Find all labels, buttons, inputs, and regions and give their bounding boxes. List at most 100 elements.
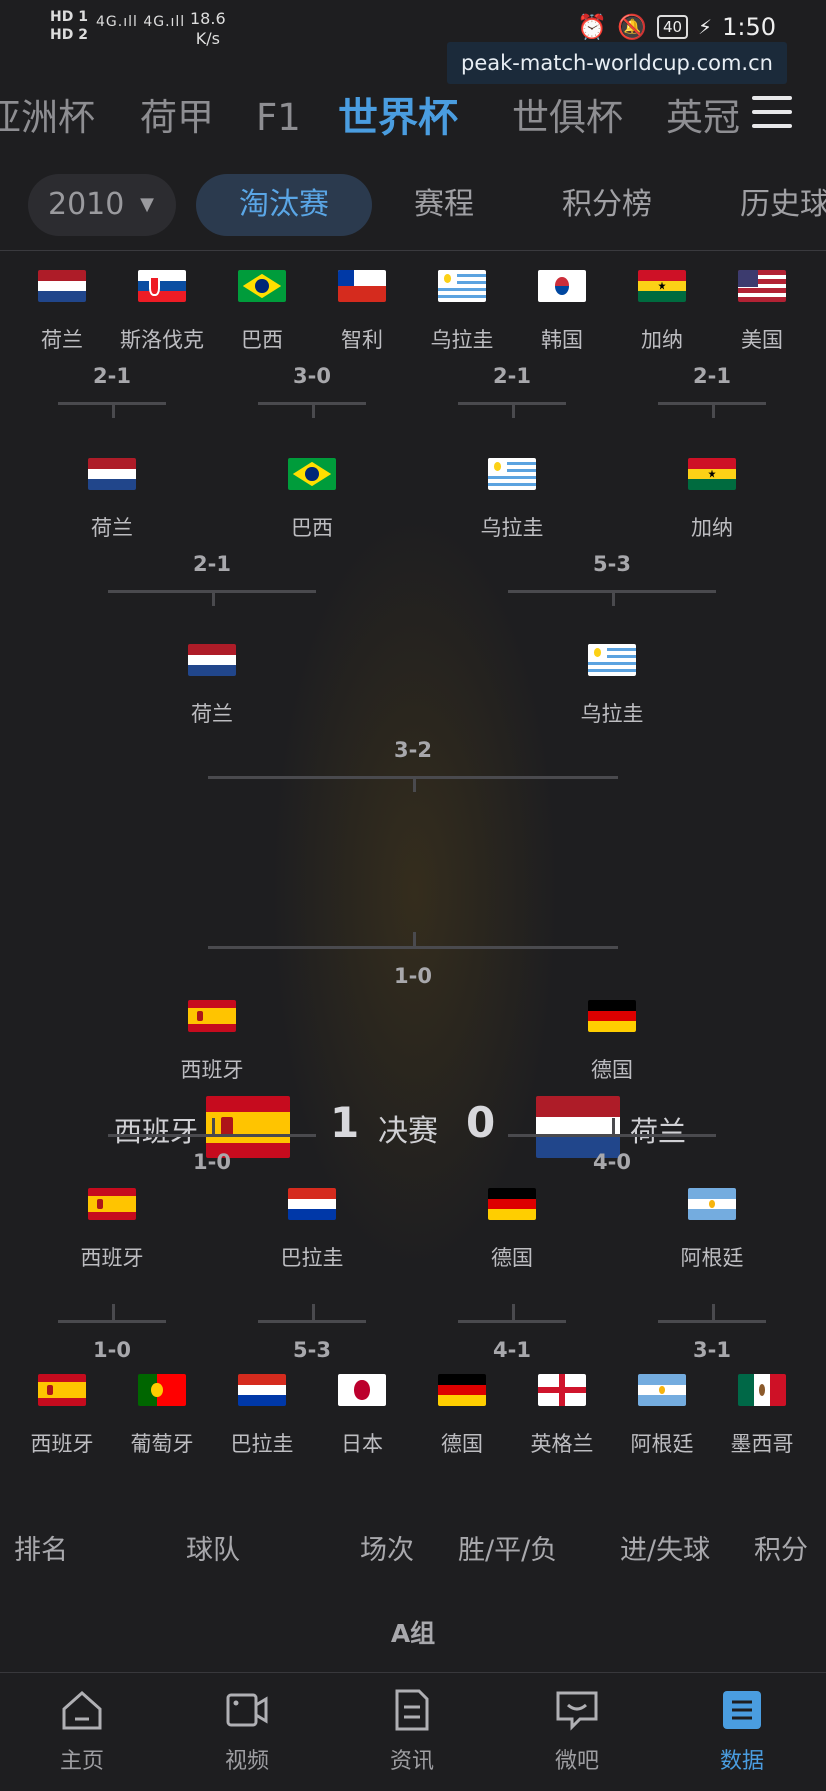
- final-label: 决赛: [378, 1114, 438, 1149]
- tab-eredivisie[interactable]: 荷甲: [140, 82, 214, 154]
- group-label: A组: [390, 1619, 436, 1648]
- tab-schedule[interactable]: 赛程: [414, 174, 474, 236]
- team-top-sf[interactable]: 乌拉圭: [562, 644, 662, 728]
- team-bottom-r16[interactable]: 日本: [312, 1374, 412, 1458]
- flag-icon: [738, 1374, 786, 1406]
- flag-icon: [338, 270, 386, 302]
- team-bottom-r16[interactable]: 阿根廷: [612, 1374, 712, 1458]
- team-bottom-sf[interactable]: 西班牙: [162, 1000, 262, 1084]
- team-top-r16[interactable]: 巴西: [212, 270, 312, 354]
- team-bottom-r16[interactable]: 德国: [412, 1374, 512, 1458]
- flag-icon: [188, 1000, 236, 1032]
- team-top-r16[interactable]: 乌拉圭: [412, 270, 512, 354]
- col-played: 场次: [360, 1535, 414, 1566]
- final-row: 西班牙 1 决赛 0 荷兰: [0, 1092, 826, 1162]
- bracket-line: [108, 1134, 316, 1137]
- nav-news[interactable]: 资讯: [362, 1687, 462, 1775]
- match-score[interactable]: 3-1: [672, 1338, 752, 1362]
- team-top-qf[interactable]: 乌拉圭: [462, 458, 562, 542]
- nav-home[interactable]: 主页: [32, 1687, 132, 1775]
- flag-icon: [88, 1188, 136, 1220]
- battery-icon: 40: [656, 15, 689, 39]
- team-top-qf[interactable]: 加纳: [662, 458, 762, 542]
- team-name: 葡萄牙: [130, 1432, 194, 1456]
- match-score[interactable]: 2-1: [172, 552, 252, 576]
- team-top-r16[interactable]: 智利: [312, 270, 412, 354]
- mute-icon: 🔕: [617, 13, 647, 41]
- tab-f1[interactable]: F1: [256, 82, 301, 154]
- nav-forum-label: 微吧: [554, 1749, 599, 1774]
- team-name: 巴西: [291, 516, 333, 540]
- team-name: 斯洛伐克: [120, 328, 204, 352]
- team-top-r16[interactable]: 美国: [712, 270, 812, 354]
- team-bottom-r16[interactable]: 巴拉圭: [212, 1374, 312, 1458]
- sim-indicators: HD 1 HD 2: [50, 8, 88, 44]
- team-name: 巴拉圭: [280, 1246, 344, 1270]
- match-score[interactable]: 5-3: [272, 1338, 352, 1362]
- tab-standings[interactable]: 积分榜: [562, 174, 652, 236]
- team-name: 加纳: [641, 328, 683, 352]
- team-bottom-r16[interactable]: 英格兰: [512, 1374, 612, 1458]
- bracket-line: [312, 402, 315, 418]
- nav-forum[interactable]: 微吧: [527, 1687, 627, 1775]
- match-score[interactable]: 2-1: [72, 364, 152, 388]
- status-right: ⏰ 🔕 40 ⚡ 1:50: [577, 13, 776, 41]
- nav-home-label: 主页: [59, 1749, 104, 1774]
- match-score[interactable]: 1-0: [172, 1150, 252, 1174]
- team-top-r16[interactable]: 加纳: [612, 270, 712, 354]
- match-score[interactable]: 2-1: [672, 364, 752, 388]
- team-bottom-qf[interactable]: 巴拉圭: [262, 1188, 362, 1272]
- team-top-r16[interactable]: 韩国: [512, 270, 612, 354]
- team-name: 荷兰: [191, 702, 233, 726]
- flag-icon: [538, 270, 586, 302]
- team-bottom-sf[interactable]: 德国: [562, 1000, 662, 1084]
- nav-data[interactable]: 数据: [692, 1687, 792, 1775]
- nav-video[interactable]: 视频: [197, 1687, 297, 1775]
- flag-icon: [538, 1374, 586, 1406]
- match-score[interactable]: 5-3: [572, 552, 652, 576]
- network-speed: 18.6 K/s: [190, 9, 226, 49]
- team-bottom-r16[interactable]: 葡萄牙: [112, 1374, 212, 1458]
- tab-world-cup[interactable]: 世界杯: [338, 82, 458, 154]
- tab-championship[interactable]: 英冠: [666, 82, 740, 154]
- sim1-label: HD 1: [50, 9, 88, 25]
- flag-netherlands-icon: [536, 1096, 620, 1158]
- tab-history[interactable]: 历史球: [740, 174, 826, 236]
- tab-club-world-cup[interactable]: 世俱杯: [512, 82, 623, 154]
- team-bottom-r16[interactable]: 墨西哥: [712, 1374, 812, 1458]
- video-icon: [224, 1687, 270, 1733]
- team-top-qf[interactable]: 巴西: [262, 458, 362, 542]
- team-top-qf[interactable]: 荷兰: [62, 458, 162, 542]
- flag-icon: [188, 644, 236, 676]
- team-bottom-qf[interactable]: 阿根廷: [662, 1188, 762, 1272]
- match-score[interactable]: 1-0: [72, 1338, 152, 1362]
- nav-video-label: 视频: [224, 1749, 269, 1774]
- team-top-sf[interactable]: 荷兰: [162, 644, 262, 728]
- match-score[interactable]: 4-1: [472, 1338, 552, 1362]
- team-name: 加纳: [691, 516, 733, 540]
- menu-icon[interactable]: [752, 96, 792, 128]
- year-select[interactable]: 2010 ▼: [28, 174, 176, 236]
- team-bottom-r16[interactable]: 西班牙: [12, 1374, 112, 1458]
- tab-knockout[interactable]: 淘汰赛: [196, 174, 372, 236]
- sim2-label: HD 2: [50, 27, 88, 43]
- flag-icon: [288, 458, 336, 490]
- match-score[interactable]: 2-1: [472, 364, 552, 388]
- flag-icon: [438, 1374, 486, 1406]
- flag-icon: [638, 270, 686, 302]
- team-bottom-qf[interactable]: 德国: [462, 1188, 562, 1272]
- match-score[interactable]: 1-0: [373, 964, 453, 988]
- team-name: 韩国: [541, 328, 583, 352]
- match-score[interactable]: 3-2: [373, 738, 453, 762]
- team-name: 西班牙: [30, 1432, 94, 1456]
- flag-icon: [688, 1188, 736, 1220]
- team-bottom-qf[interactable]: 西班牙: [62, 1188, 162, 1272]
- match-score[interactable]: 4-0: [572, 1150, 652, 1174]
- tab-asian-cup[interactable]: 亚洲杯: [0, 82, 95, 154]
- flag-icon: [338, 1374, 386, 1406]
- team-name: 阿根廷: [630, 1432, 694, 1456]
- team-top-r16[interactable]: 斯洛伐克: [112, 270, 212, 354]
- match-score[interactable]: 3-0: [272, 364, 352, 388]
- team-top-r16[interactable]: 荷兰: [12, 270, 112, 354]
- chevron-down-icon: ▼: [140, 194, 154, 215]
